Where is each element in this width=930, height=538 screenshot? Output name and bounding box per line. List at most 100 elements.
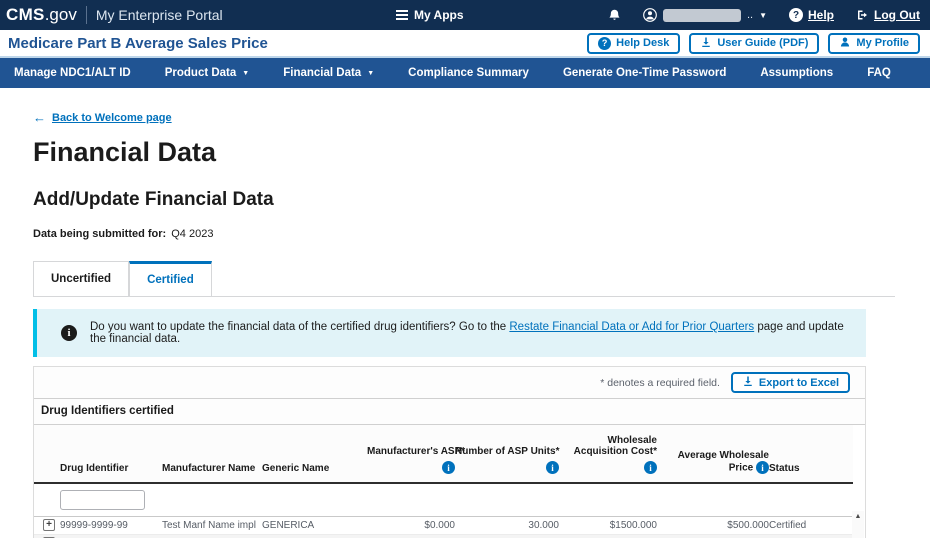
- drug-identifier-filter-input[interactable]: [60, 490, 145, 510]
- table-row: + xyz Test Manf Name impl GENERICA $5000…: [34, 534, 853, 538]
- user-menu[interactable]: .. ▼: [643, 8, 767, 22]
- col-label: Number of ASP Units*: [455, 446, 559, 457]
- drug-identifiers-panel: * denotes a required field. Export to Ex…: [33, 366, 866, 538]
- logout-label: Log Out: [874, 8, 920, 22]
- help-link[interactable]: ? Help: [789, 8, 834, 22]
- filter-cell-rest: [162, 483, 853, 516]
- filter-cell-empty: [34, 483, 60, 516]
- help-question-icon: ?: [789, 8, 803, 22]
- table-vertical-scrollbar[interactable]: ▲: [852, 511, 864, 538]
- notification-bell-icon[interactable]: [608, 8, 621, 22]
- logout-link[interactable]: Log Out: [856, 8, 920, 22]
- user-guide-button[interactable]: User Guide (PDF): [689, 33, 819, 54]
- brand-gov: .gov: [45, 5, 77, 25]
- list-menu-icon: [396, 10, 408, 20]
- alert-text: Do you want to update the financial data…: [90, 321, 852, 345]
- nav-faq[interactable]: FAQ: [867, 67, 891, 79]
- user-avatar-icon: [643, 8, 657, 22]
- tab-label: Certified: [147, 274, 194, 286]
- col-manufacturers-asp: Manufacturer's ASP* i: [367, 425, 455, 483]
- my-apps-button[interactable]: My Apps: [396, 8, 464, 22]
- cell-asp-units: 30.000: [455, 516, 559, 534]
- col-wholesale-acquisition-cost: Wholesale Acquisition Cost* i: [559, 425, 657, 483]
- col-status: Status: [769, 425, 853, 483]
- nav-label: Financial Data: [283, 67, 361, 79]
- export-label: Export to Excel: [759, 377, 839, 389]
- panel-toolbar: * denotes a required field. Export to Ex…: [34, 367, 865, 398]
- cell-manufacturer-name: Test Manf Name impl: [162, 516, 262, 534]
- nav-label: FAQ: [867, 67, 891, 79]
- my-apps-label: My Apps: [414, 8, 464, 22]
- cms-gov-logo[interactable]: CMS.gov: [6, 5, 77, 25]
- nav-assumptions[interactable]: Assumptions: [760, 67, 833, 79]
- main-nav: Manage NDC1/ALT ID Product Data ▼ Financi…: [0, 58, 930, 88]
- cell-drug-identifier: 99999-9999-99: [60, 516, 162, 534]
- page-content: ← Back to Welcome page Financial Data Ad…: [0, 88, 930, 538]
- filter-row: [34, 483, 853, 516]
- download-icon: [742, 375, 754, 390]
- chevron-down-icon: ▼: [242, 70, 249, 77]
- scroll-up-arrow-icon[interactable]: ▲: [855, 513, 862, 538]
- brand-cms: CMS: [6, 5, 45, 25]
- user-name-redacted: [663, 9, 741, 22]
- tab-strip: Uncertified Certified: [33, 261, 895, 297]
- col-label: Average Wholesale Price: [678, 450, 769, 474]
- col-average-wholesale-price: Average Wholesale Price i: [657, 425, 769, 483]
- table-section-title: Drug Identifiers certified: [34, 398, 865, 425]
- cell-drug-identifier: xyz: [60, 534, 162, 538]
- page-title: Financial Data: [33, 137, 930, 168]
- expand-cell: +: [34, 516, 60, 534]
- download-icon: [700, 36, 712, 51]
- page-subtitle: Add/Update Financial Data: [33, 189, 930, 211]
- help-desk-button[interactable]: ? Help Desk: [587, 33, 680, 54]
- cell-generic-name: GENERICA: [262, 516, 367, 534]
- profile-person-icon: [839, 36, 851, 51]
- col-manufacturer-name: Manufacturer Name: [162, 425, 262, 483]
- cell-manufacturer-name: Test Manf Name impl: [162, 534, 262, 538]
- tab-uncertified[interactable]: Uncertified: [33, 261, 129, 296]
- nav-label: Product Data: [165, 67, 237, 79]
- restate-financial-data-link[interactable]: Restate Financial Data or Add for Prior …: [509, 321, 754, 333]
- back-to-welcome-link[interactable]: ← Back to Welcome page: [33, 110, 172, 125]
- expand-cell: +: [34, 534, 60, 538]
- col-label: Wholesale Acquisition Cost*: [574, 435, 657, 457]
- col-drug-identifier: Drug Identifier: [60, 425, 162, 483]
- cell-asp-units: 500.000: [455, 534, 559, 538]
- user-guide-label: User Guide (PDF): [717, 37, 808, 49]
- expand-column-header: [34, 425, 60, 483]
- alert-text-before: Do you want to update the financial data…: [90, 321, 509, 333]
- info-alert: i Do you want to update the financial da…: [33, 309, 866, 357]
- chevron-down-icon: ▼: [759, 11, 767, 20]
- cell-average-wholesale-price: $500.000: [657, 516, 769, 534]
- info-icon[interactable]: i: [442, 461, 455, 474]
- app-header: Medicare Part B Average Sales Price ? He…: [0, 30, 930, 58]
- nav-label: Manage NDC1/ALT ID: [14, 67, 131, 79]
- cell-average-wholesale-price: $1000.000: [657, 534, 769, 538]
- nav-manage-ndc1-alt-id[interactable]: Manage NDC1/ALT ID: [14, 67, 131, 79]
- nav-compliance-summary[interactable]: Compliance Summary: [408, 67, 529, 79]
- nav-generate-otp[interactable]: Generate One-Time Password: [563, 67, 726, 79]
- top-bar: CMS.gov My Enterprise Portal My Apps .. …: [0, 0, 930, 30]
- nav-financial-data[interactable]: Financial Data▼: [283, 67, 374, 79]
- brand-divider: [86, 6, 87, 24]
- cell-wholesale-acquisition-cost: $10000.000: [559, 534, 657, 538]
- cell-status: Certified: [769, 534, 853, 538]
- col-generic-name: Generic Name: [262, 425, 367, 483]
- user-name-suffix: ..: [747, 9, 753, 21]
- info-icon[interactable]: i: [756, 461, 769, 474]
- tab-certified[interactable]: Certified: [129, 261, 212, 296]
- info-icon: i: [61, 325, 77, 341]
- logout-exit-icon: [856, 9, 869, 21]
- expand-row-button[interactable]: +: [43, 519, 55, 531]
- submission-period-value: Q4 2023: [171, 228, 213, 240]
- info-icon[interactable]: i: [546, 461, 559, 474]
- nav-product-data[interactable]: Product Data ▼: [165, 67, 250, 79]
- cell-generic-name: GENERICA: [262, 534, 367, 538]
- required-field-note: * denotes a required field.: [600, 377, 720, 389]
- left-arrow-icon: ←: [33, 110, 46, 125]
- info-icon[interactable]: i: [644, 461, 657, 474]
- filter-cell: [60, 483, 162, 516]
- export-to-excel-button[interactable]: Export to Excel: [731, 372, 850, 393]
- cell-manufacturers-asp: $0.000: [367, 516, 455, 534]
- my-profile-button[interactable]: My Profile: [828, 33, 920, 54]
